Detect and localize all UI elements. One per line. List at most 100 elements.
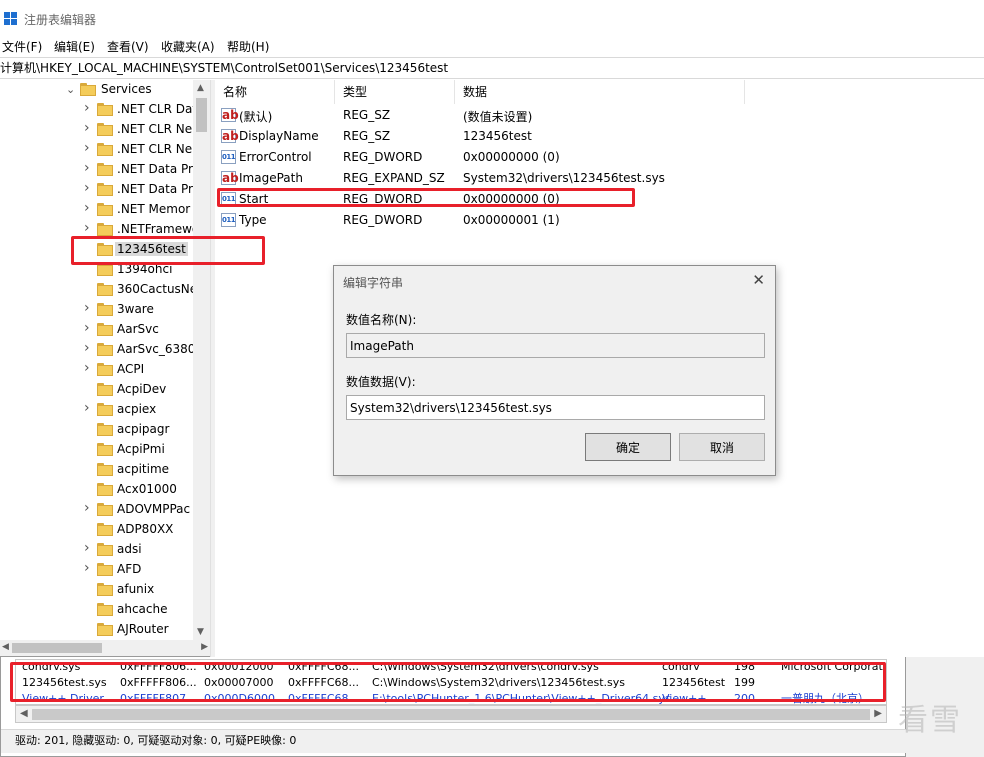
chevron-right-icon[interactable]: ›: [84, 560, 90, 576]
chevron-right-icon[interactable]: ›: [84, 320, 90, 336]
tree-item[interactable]: › acpiex: [0, 400, 196, 420]
value-data-cell: (数值未设置): [463, 110, 533, 124]
column-header-name[interactable]: 名称: [215, 80, 335, 104]
tree-item[interactable]: › .NET CLR Ne: [0, 140, 196, 160]
tree-item-label: .NET Data Pr: [117, 182, 193, 196]
value-row[interactable]: 011 ErrorControl REG_DWORD 0x00000000 (0): [215, 147, 984, 168]
chevron-right-icon[interactable]: ›: [84, 140, 90, 156]
folder-icon: [97, 363, 113, 376]
column-header-type[interactable]: 类型: [335, 80, 455, 104]
tree-item-label: .NET CLR Ne: [117, 122, 193, 136]
value-name-field: [346, 333, 765, 358]
chevron-right-icon[interactable]: ›: [84, 300, 90, 316]
scroll-right-icon[interactable]: ▶: [201, 642, 208, 652]
tree-item[interactable]: › 3ware: [0, 300, 196, 320]
tree-hscrollbar[interactable]: ◀ ▶: [0, 640, 210, 656]
scroll-right-icon[interactable]: ▶: [874, 708, 882, 719]
driver-status-bar: 驱动: 201, 隐藏驱动: 0, 可疑驱动对象: 0, 可疑PE映像: 0: [1, 729, 907, 753]
registry-tree: ⌄ Services › .NET CLR Dat › .NET CLR Ne › .NE…: [0, 80, 210, 640]
tree-item[interactable]: › adsi: [0, 540, 196, 560]
tree-item[interactable]: ahcache: [0, 600, 196, 620]
value-row[interactable]: ab (默认) REG_SZ (数值未设置): [215, 105, 984, 126]
ok-button[interactable]: 确定: [585, 433, 671, 461]
tree-vscrollbar[interactable]: ▲ ▼: [193, 80, 210, 640]
scroll-down-icon[interactable]: ▼: [197, 627, 204, 637]
address-bar[interactable]: 计算机\HKEY_LOCAL_MACHINE\SYSTEM\ControlSet…: [0, 57, 984, 79]
tree-item-services[interactable]: ⌄ Services: [0, 80, 196, 100]
tree-item[interactable]: › .NET Data Pr: [0, 180, 196, 200]
tree-item[interactable]: › ADOVMPPac: [0, 500, 196, 520]
tree-item[interactable]: › AarSvc_6380f: [0, 340, 200, 360]
tree-item[interactable]: › .NET Data Pr: [0, 160, 196, 180]
driver-list-hscrollbar[interactable]: ◀ ▶: [15, 705, 887, 723]
menu-edit[interactable]: 编辑(E): [54, 38, 95, 55]
tree-item-label: ahcache: [117, 602, 168, 616]
folder-icon: [97, 503, 113, 516]
chevron-right-icon[interactable]: ›: [84, 540, 90, 556]
tree-item-label: acpiex: [117, 402, 157, 416]
chevron-right-icon[interactable]: ›: [84, 400, 90, 416]
chevron-right-icon[interactable]: ›: [84, 160, 90, 176]
value-data-input[interactable]: [346, 395, 765, 420]
chevron-right-icon[interactable]: ›: [84, 120, 90, 136]
folder-icon: [97, 323, 113, 336]
chevron-right-icon[interactable]: ›: [84, 200, 90, 216]
tree-item-label: ADOVMPPac: [117, 502, 191, 516]
cancel-button[interactable]: 取消: [679, 433, 765, 461]
chevron-right-icon[interactable]: ›: [84, 100, 90, 116]
folder-icon: [97, 443, 113, 456]
tree-item[interactable]: 360CactusNe: [0, 280, 198, 300]
menu-view[interactable]: 查看(V): [107, 38, 149, 55]
value-type-cell: REG_DWORD: [343, 150, 423, 164]
chevron-right-icon[interactable]: ›: [84, 500, 90, 516]
scroll-up-icon[interactable]: ▲: [197, 83, 204, 93]
value-type-cell: REG_EXPAND_SZ: [343, 171, 445, 185]
value-row[interactable]: ab ImagePath REG_EXPAND_SZ System32\drivers…: [215, 168, 984, 189]
tree-item-label: ADP80XX: [117, 522, 174, 536]
menu-file[interactable]: 文件(F): [2, 38, 42, 55]
window-title: 注册表编辑器: [24, 13, 97, 27]
folder-icon: [97, 123, 113, 136]
tree-item-label: .NET CLR Dat: [117, 102, 198, 116]
scroll-thumb[interactable]: [196, 98, 207, 132]
tree-item[interactable]: AcpiDev: [0, 380, 196, 400]
folder-icon: [97, 603, 113, 616]
value-row[interactable]: ab DisplayName REG_SZ 123456test: [215, 126, 984, 147]
menu-help[interactable]: 帮助(H): [227, 38, 269, 55]
scroll-thumb[interactable]: [32, 709, 870, 720]
tree-item[interactable]: AcpiPmi: [0, 440, 196, 460]
value-type-cell: REG_DWORD: [343, 213, 423, 227]
chevron-right-icon[interactable]: ›: [84, 340, 90, 356]
value-row[interactable]: 011 Type REG_DWORD 0x00000001 (1): [215, 210, 984, 231]
tree-item-label: Services: [101, 82, 152, 96]
column-header-data[interactable]: 数据: [455, 80, 745, 104]
tree-item[interactable]: › AarSvc: [0, 320, 196, 340]
tree-item[interactable]: › .NET Memor: [0, 200, 196, 220]
scroll-thumb[interactable]: [12, 643, 102, 653]
chevron-right-icon[interactable]: ›: [84, 220, 90, 236]
chevron-right-icon[interactable]: ›: [84, 360, 90, 376]
chevron-right-icon[interactable]: ›: [84, 180, 90, 196]
tree-item-label: .NET CLR Ne: [117, 142, 193, 156]
tree-item[interactable]: ADP80XX: [0, 520, 196, 540]
tree-item-label: ACPI: [117, 362, 145, 376]
folder-icon: [97, 343, 113, 356]
tree-item[interactable]: AJRouter: [0, 620, 196, 640]
folder-icon: [97, 303, 113, 316]
tree-item[interactable]: acpipagr: [0, 420, 196, 440]
tree-item[interactable]: afunix: [0, 580, 196, 600]
tree-item[interactable]: › .NET CLR Dat: [0, 100, 198, 120]
folder-icon: [97, 143, 113, 156]
chevron-down-icon[interactable]: ⌄: [66, 83, 75, 96]
tree-item[interactable]: › AFD: [0, 560, 196, 580]
menu-favorites[interactable]: 收藏夹(A): [161, 38, 215, 55]
tree-item[interactable]: › ACPI: [0, 360, 196, 380]
scroll-left-icon[interactable]: ◀: [2, 642, 9, 652]
tree-item[interactable]: acpitime: [0, 460, 196, 480]
tree-item[interactable]: Acx01000: [0, 480, 196, 500]
tree-item-label: 360CactusNe: [117, 282, 198, 296]
scroll-left-icon[interactable]: ◀: [20, 708, 28, 719]
close-icon[interactable]: ✕: [752, 271, 765, 289]
tree-item[interactable]: › .NET CLR Ne: [0, 120, 196, 140]
edit-string-dialog: 编辑字符串 ✕ 数值名称(N): 数值数据(V): 确定 取消: [333, 265, 776, 476]
